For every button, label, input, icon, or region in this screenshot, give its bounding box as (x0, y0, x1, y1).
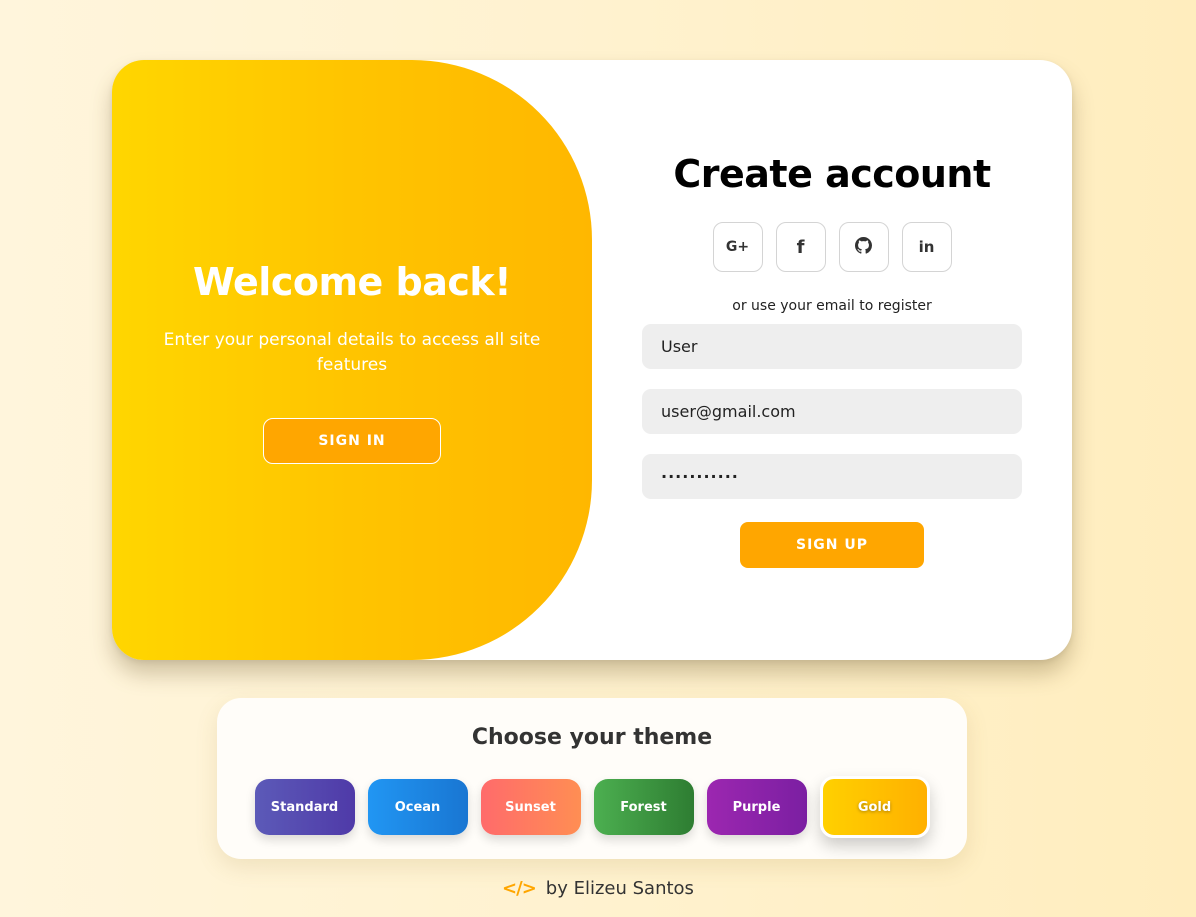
register-hint: or use your email to register (732, 298, 932, 314)
welcome-text: Enter your personal details to access al… (163, 330, 541, 375)
theme-sunset-button[interactable]: Sunset (480, 779, 581, 835)
social-buttons: G+ f in (712, 222, 952, 272)
facebook-button[interactable]: f (775, 222, 826, 272)
theme-forest-button[interactable]: Forest (593, 779, 694, 835)
sign-in-button[interactable]: SIGN IN (263, 418, 441, 464)
name-input[interactable]: User (642, 324, 1022, 369)
theme-chooser: Choose your theme Standard Ocean Sunset … (217, 698, 967, 859)
create-account-title: Create account (673, 152, 991, 196)
welcome-panel: Welcome back! Enter your personal detail… (112, 60, 592, 660)
facebook-icon: f (796, 236, 805, 258)
theme-title: Choose your theme (471, 725, 713, 750)
theme-purple-button[interactable]: Purple (706, 779, 807, 835)
github-button[interactable] (838, 222, 889, 272)
credit-text: by Elizeu Santos (545, 878, 694, 899)
sign-up-button[interactable]: SIGN UP (740, 522, 924, 568)
register-card: Welcome back! Enter your personal detail… (112, 60, 1072, 660)
password-input[interactable]: ··········· (642, 454, 1022, 499)
code-icon: </> (502, 878, 537, 899)
theme-gold-button[interactable]: Gold (819, 776, 930, 838)
google-plus-button[interactable]: G+ (712, 222, 763, 272)
theme-standard-button[interactable]: Standard (254, 779, 355, 835)
theme-ocean-button[interactable]: Ocean (367, 779, 468, 835)
credit: </> by Elizeu Santos (0, 878, 1196, 899)
email-input[interactable]: user@gmail.com (642, 389, 1022, 434)
linkedin-icon: in (918, 238, 935, 256)
github-icon (855, 236, 872, 258)
theme-options: Standard Ocean Sunset Forest Purple Gold (254, 776, 930, 838)
welcome-title: Welcome back! (192, 260, 512, 304)
register-panel: Create account G+ f in or use your email… (592, 60, 1072, 660)
linkedin-button[interactable]: in (901, 222, 952, 272)
google-plus-icon: G+ (725, 239, 750, 255)
